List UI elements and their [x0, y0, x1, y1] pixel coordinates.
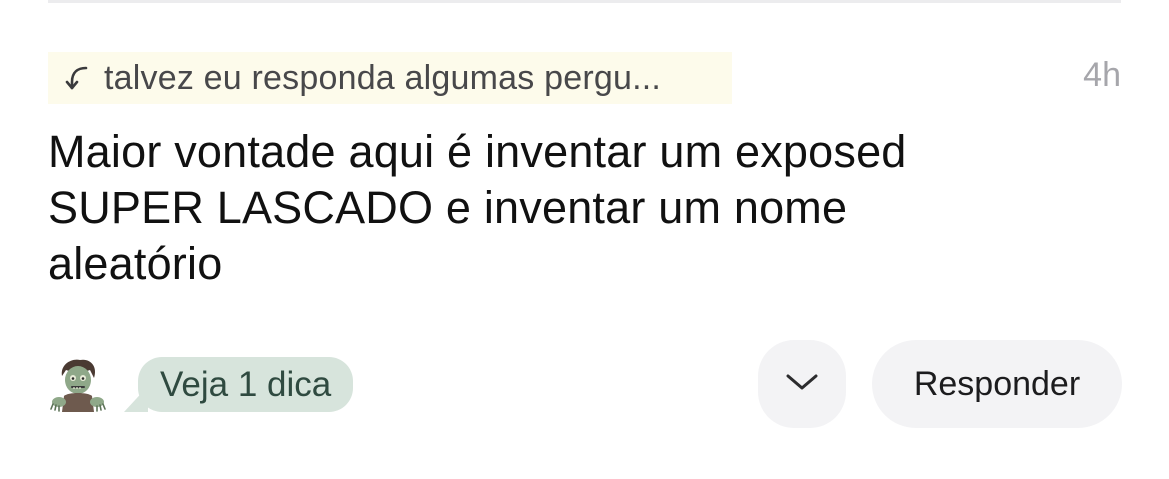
message-line: SUPER LASCADO e inventar um nome [48, 182, 848, 233]
zombie-avatar-icon[interactable] [50, 356, 106, 412]
see-tip-button[interactable]: Veja 1 dica [138, 357, 354, 412]
reply-arrow-icon [62, 63, 92, 93]
respond-button-label: Responder [913, 364, 1081, 403]
top-divider [48, 0, 1121, 3]
message-line: Maior vontade aqui é inventar um exposed [48, 126, 907, 177]
post-timestamp: 4h [1083, 56, 1121, 94]
reply-context[interactable]: talvez eu responda algumas pergu... [48, 52, 732, 104]
chevron-down-icon [785, 372, 819, 397]
tip-label: Veja 1 dica [160, 364, 332, 404]
post-message: Maior vontade aqui é inventar um exposed… [48, 124, 1048, 292]
expand-button[interactable] [758, 340, 846, 428]
respond-button[interactable]: Responder [872, 340, 1122, 428]
reply-context-text: talvez eu responda algumas pergu... [104, 58, 662, 97]
message-line: aleatório [48, 238, 223, 289]
